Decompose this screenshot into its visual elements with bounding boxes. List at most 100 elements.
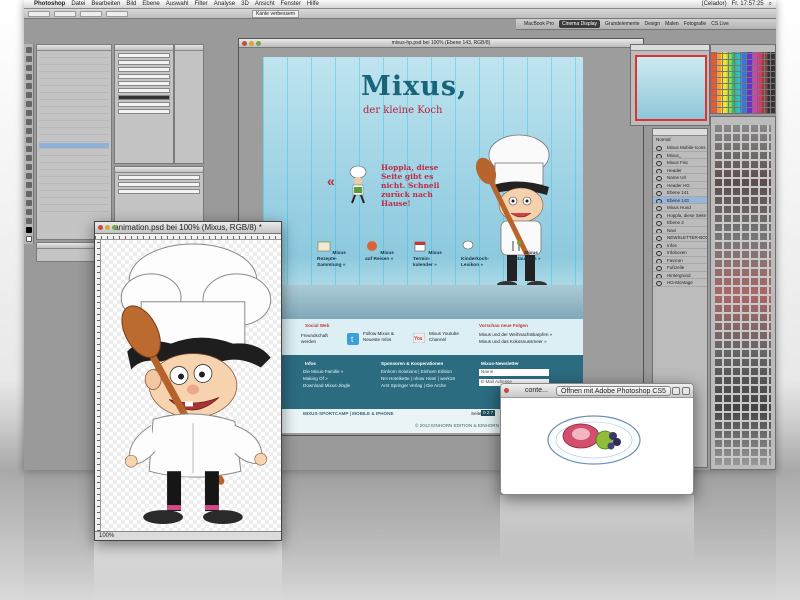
action-row[interactable]: [39, 192, 109, 198]
workspace-fotografie[interactable]: Fotografie: [684, 21, 707, 27]
minimize-icon[interactable]: [105, 225, 110, 230]
vorschau-item[interactable]: Mixus und das Kokosnussmeer »: [479, 339, 547, 345]
action-row[interactable]: [39, 94, 109, 100]
twitter-icon[interactable]: t: [347, 333, 359, 345]
style-swatches[interactable]: [715, 125, 771, 465]
menu-item-3d[interactable]: 3D: [241, 1, 249, 7]
brush-tool-icon[interactable]: [26, 110, 32, 116]
menu-item-datei[interactable]: Datei: [71, 1, 85, 7]
action-row[interactable]: [39, 122, 109, 128]
layer-row[interactable]: Mixus Mobile-Icons: [653, 144, 707, 152]
character-panel-header[interactable]: [115, 45, 173, 51]
action-row[interactable]: [39, 185, 109, 191]
space-field[interactable]: [118, 182, 200, 187]
layer-row[interactable]: Favicon: [653, 257, 707, 264]
dodge-tool-icon[interactable]: [26, 164, 32, 170]
social-facebook[interactable]: Freundschaft werden: [301, 333, 331, 345]
nav-item-lexikon[interactable]: Kinderkoch-Lexikon »: [461, 240, 495, 269]
action-row[interactable]: [39, 66, 109, 72]
layer-row[interactable]: Hintergrund: [653, 272, 707, 279]
layer-row[interactable]: Mixus Hund: [653, 204, 707, 212]
font-family-field[interactable]: [118, 53, 170, 58]
action-row[interactable]: [39, 164, 109, 170]
infos-item[interactable]: Die Mixus-Familie »: [303, 369, 343, 375]
action-row[interactable]: [39, 171, 109, 177]
background-color-swatch[interactable]: [26, 236, 32, 242]
action-row[interactable]: [39, 59, 109, 65]
animation-titlebar[interactable]: animation.psd bei 100% (Mixus, RGB/8) *: [95, 222, 281, 234]
zoom-level[interactable]: 100%: [99, 533, 114, 539]
clone-stamp-tool-icon[interactable]: [26, 119, 32, 125]
action-row-selected[interactable]: [39, 143, 109, 149]
layer-row[interactable]: Fußzeile: [653, 264, 707, 272]
layer-row[interactable]: Ebene 2: [653, 219, 707, 227]
type-tool-icon[interactable]: [26, 182, 32, 188]
menu-item-auswahl[interactable]: Auswahl: [166, 1, 189, 7]
social-twitter[interactable]: Follow Mixus & Neueste Infos: [363, 331, 409, 343]
share-icon[interactable]: [682, 387, 690, 395]
workspace-malen[interactable]: Malen: [665, 21, 679, 27]
workspace-grundelemente[interactable]: Grundelemente: [605, 21, 639, 27]
fullscreen-icon[interactable]: [672, 387, 680, 395]
zoom-icon[interactable]: [112, 225, 117, 230]
menu-app-name[interactable]: Photoshop: [34, 1, 65, 7]
menu-item-bearbeiten[interactable]: Bearbeiten: [91, 1, 120, 7]
clock[interactable]: Fr. 17:57:25: [732, 1, 764, 8]
navigator-thumbnail[interactable]: [635, 55, 707, 121]
swatch-mini-header[interactable]: [175, 45, 203, 51]
layer-row[interactable]: Header HG: [653, 182, 707, 189]
option-field[interactable]: [80, 10, 102, 17]
minimize-icon[interactable]: [249, 41, 254, 46]
history-brush-tool-icon[interactable]: [26, 128, 32, 134]
layer-row[interactable]: NEWSLETTER-BOX: [653, 234, 707, 242]
magic-wand-tool-icon[interactable]: [26, 74, 32, 80]
zoom-icon[interactable]: [256, 41, 261, 46]
eraser-tool-icon[interactable]: [26, 137, 32, 143]
eyedropper-tool-icon[interactable]: [26, 92, 32, 98]
foreground-color-swatch[interactable]: [26, 227, 32, 233]
crop-tool-icon[interactable]: [26, 83, 32, 89]
action-row[interactable]: [39, 150, 109, 156]
action-row[interactable]: [39, 73, 109, 79]
zoom-tool-icon[interactable]: [26, 218, 32, 224]
nav-item-restaurants[interactable]: Mixus Restaurants »: [509, 240, 543, 269]
vorschau-item[interactable]: Mixus und der Weihnachtskarpfen »: [479, 332, 552, 338]
navigator-header[interactable]: [631, 45, 709, 51]
menu-item-fenster[interactable]: Fenster: [281, 1, 301, 7]
cs-live-button[interactable]: CS Live: [711, 21, 729, 27]
paragraph-panel-header[interactable]: [115, 167, 203, 173]
layer-row[interactable]: Navi: [653, 227, 707, 234]
document-titlebar[interactable]: mixus-hp.psd bei 100% (Ebene 143, RGB/8): [239, 39, 643, 48]
footer-links[interactable]: MIXUS-SPORTCAMP | MOBILE & IPHONE: [303, 411, 394, 417]
layer-row[interactable]: Header: [653, 167, 707, 174]
action-row[interactable]: [39, 52, 109, 58]
spotlight-icon[interactable]: ⌕: [769, 1, 772, 8]
baseline-field[interactable]: [118, 88, 170, 93]
layer-row[interactable]: Hoppla, diese Seite gibt es nicht: [653, 212, 707, 219]
shape-tool-icon[interactable]: [26, 200, 32, 206]
leading-field[interactable]: [118, 67, 170, 72]
website-canvas[interactable]: Mixus, der kleine Koch « Hoppla, diese S…: [263, 57, 583, 433]
action-row[interactable]: [39, 157, 109, 163]
sponsors-item[interactable]: NH Hotelkette | nhow Hotel | werk18: [381, 376, 455, 382]
close-icon[interactable]: [504, 388, 509, 393]
menu-item-filter[interactable]: Filter: [194, 1, 207, 7]
action-row[interactable]: [39, 101, 109, 107]
workspace-cinema-display[interactable]: Cinema Display: [559, 20, 601, 28]
blend-mode-select[interactable]: Normal: [653, 136, 707, 144]
indent-field[interactable]: [118, 175, 200, 180]
action-row[interactable]: [39, 129, 109, 135]
action-row[interactable]: [39, 80, 109, 86]
close-icon[interactable]: [98, 225, 103, 230]
actions-panel-header[interactable]: [37, 45, 111, 51]
menu-item-ansicht[interactable]: Ansicht: [255, 1, 275, 7]
newsletter-name-input[interactable]: Name: [479, 369, 549, 376]
pen-tool-icon[interactable]: [26, 173, 32, 179]
option-field[interactable]: [28, 10, 50, 17]
font-size-field[interactable]: [118, 60, 170, 65]
menu-item-analyse[interactable]: Analyse: [214, 1, 235, 7]
infos-item[interactable]: Download Mixus-Jingle: [303, 383, 350, 389]
open-with-photoshop-button[interactable]: Öffnen mit Adobe Photoshop CS5: [556, 386, 671, 396]
social-youtube[interactable]: Mixus Youtube Channel: [429, 331, 473, 343]
color-field[interactable]: [118, 95, 170, 100]
